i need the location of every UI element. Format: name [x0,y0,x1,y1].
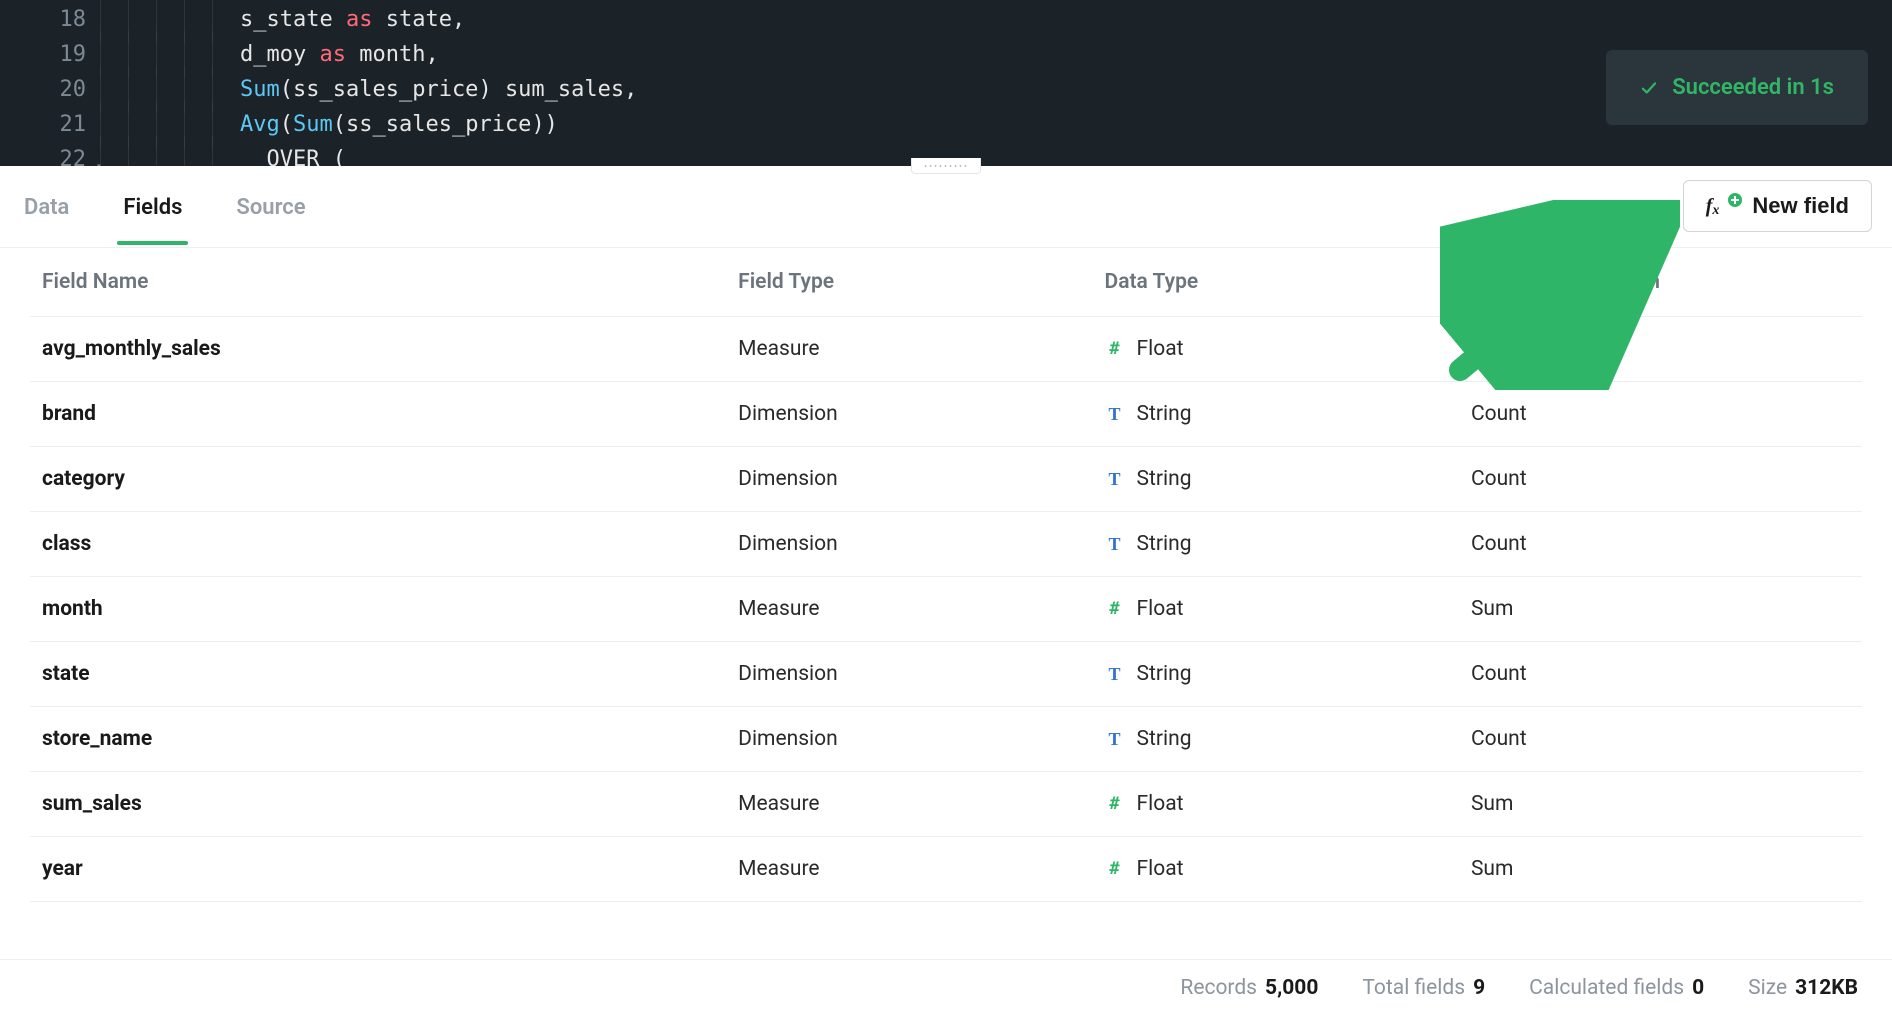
string-type-icon: T [1105,664,1125,685]
cell-aggregation: Sum [1459,317,1862,382]
cell-field-name: class [30,512,726,577]
cell-aggregation: Count [1459,642,1862,707]
fields-table: Field Name Field Type Data Type Default … [30,248,1862,902]
cell-field-type: Measure [726,772,1092,837]
cell-aggregation: Sum [1459,577,1862,642]
table-row[interactable]: store_nameDimension T String Count [30,707,1862,772]
fx-icon: fx [1706,195,1720,218]
cell-field-type: Measure [726,317,1092,382]
table-row[interactable]: classDimension T String Count [30,512,1862,577]
number-type-icon: # [1105,794,1125,814]
plus-icon [1728,193,1742,207]
line-number: 22▾ [0,142,100,166]
new-field-button[interactable]: fx New field [1683,180,1872,232]
cell-field-type: Measure [726,837,1092,902]
tab-fields[interactable]: Fields [123,169,182,244]
stat-total-fields: Total fields9 [1362,976,1485,1000]
number-type-icon: # [1105,859,1125,879]
stat-calc-fields: Calculated fields0 [1529,976,1704,1000]
data-type-label: String [1137,467,1192,491]
cell-data-type: T String [1093,642,1459,707]
data-type-label: Float [1137,857,1184,881]
cell-field-name: store_name [30,707,726,772]
cell-field-type: Dimension [726,447,1092,512]
cell-field-name: year [30,837,726,902]
cell-field-name: category [30,447,726,512]
data-type-label: Float [1137,337,1184,361]
query-status-pill: Succeeded in 1s [1606,50,1868,125]
sql-editor[interactable]: 18s_state as state,19d_moy as month,20Su… [0,0,1892,166]
cell-field-type: Dimension [726,512,1092,577]
cell-data-type: T String [1093,382,1459,447]
results-tabs-bar: Data Fields Source fx New field [0,166,1892,248]
check-icon [1640,79,1658,97]
tab-data[interactable]: Data [24,169,69,244]
th-field-type[interactable]: Field Type [726,248,1092,317]
cell-field-name: avg_monthly_sales [30,317,726,382]
line-number: 19 [0,37,100,72]
cell-field-type: Dimension [726,382,1092,447]
number-type-icon: # [1105,599,1125,619]
cell-data-type: # Float [1093,577,1459,642]
cell-field-name: sum_sales [30,772,726,837]
data-type-label: String [1137,402,1192,426]
stat-records: Records5,000 [1180,976,1318,1000]
cell-aggregation: Sum [1459,837,1862,902]
data-type-label: String [1137,662,1192,686]
cell-data-type: # Float [1093,772,1459,837]
cell-field-type: Dimension [726,642,1092,707]
line-number: 20 [0,72,100,107]
data-type-label: Float [1137,792,1184,816]
cell-field-name: month [30,577,726,642]
data-type-label: String [1137,532,1192,556]
cell-data-type: # Float [1093,837,1459,902]
cell-aggregation: Count [1459,707,1862,772]
cell-field-name: brand [30,382,726,447]
number-type-icon: # [1105,339,1125,359]
th-field-name[interactable]: Field Name [30,248,726,317]
string-type-icon: T [1105,469,1125,490]
table-row[interactable]: stateDimension T String Count [30,642,1862,707]
table-row[interactable]: monthMeasure # Float Sum [30,577,1862,642]
query-status-text: Succeeded in 1s [1672,70,1834,105]
th-aggregation[interactable]: Default Aggregation [1459,248,1862,317]
cell-data-type: # Float [1093,317,1459,382]
th-data-type[interactable]: Data Type [1093,248,1459,317]
cell-aggregation: Count [1459,512,1862,577]
string-type-icon: T [1105,729,1125,750]
results-footer: Records5,000 Total fields9 Calculated fi… [0,959,1892,1015]
cell-field-name: state [30,642,726,707]
data-type-label: String [1137,727,1192,751]
cell-field-type: Measure [726,577,1092,642]
table-row[interactable]: avg_monthly_salesMeasure # Float Sum [30,317,1862,382]
stat-size: Size312KB [1748,976,1858,1000]
table-row[interactable]: brandDimension T String Count [30,382,1862,447]
string-type-icon: T [1105,534,1125,555]
cell-aggregation: Count [1459,447,1862,512]
string-type-icon: T [1105,404,1125,425]
cell-field-type: Dimension [726,707,1092,772]
cell-data-type: T String [1093,707,1459,772]
line-number: 21 [0,107,100,142]
line-number: 18 [0,2,100,37]
new-field-label: New field [1752,193,1849,219]
data-type-label: Float [1137,597,1184,621]
cell-aggregation: Count [1459,382,1862,447]
table-row[interactable]: sum_salesMeasure # Float Sum [30,772,1862,837]
cell-aggregation: Sum [1459,772,1862,837]
table-row[interactable]: categoryDimension T String Count [30,447,1862,512]
cell-data-type: T String [1093,447,1459,512]
table-row[interactable]: yearMeasure # Float Sum [30,837,1862,902]
tab-source[interactable]: Source [236,169,305,244]
code-line[interactable]: 18s_state as state, [0,2,1892,37]
cell-data-type: T String [1093,512,1459,577]
